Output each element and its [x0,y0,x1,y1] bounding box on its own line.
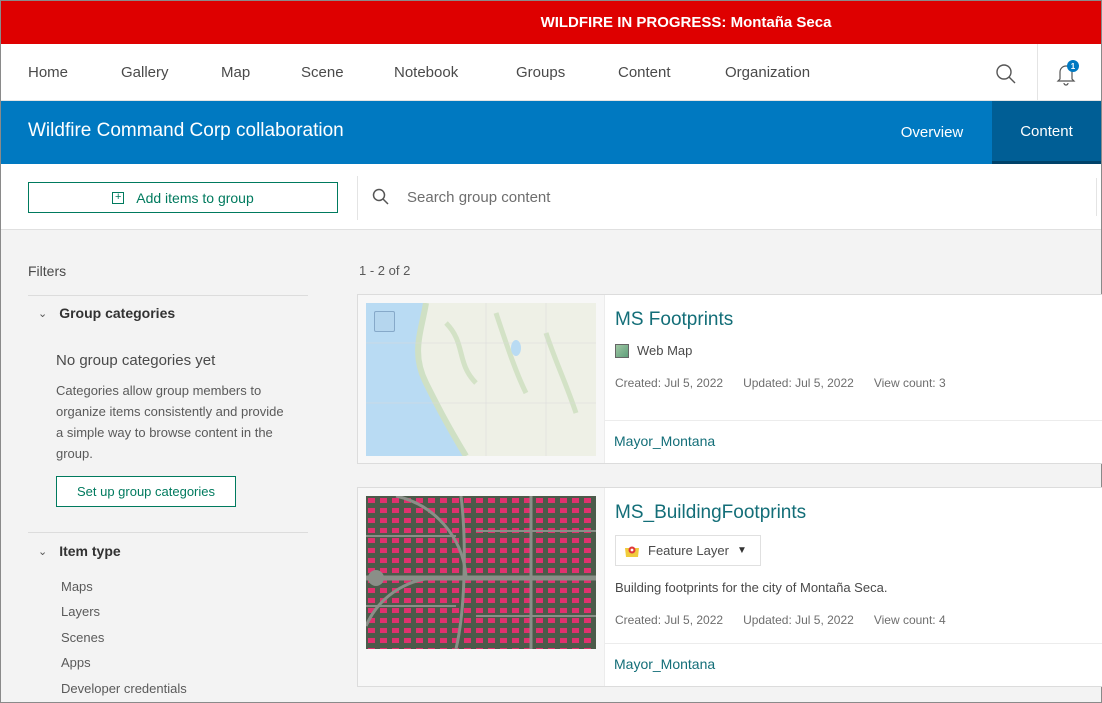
select-checkbox[interactable] [374,311,395,332]
item-type-label: Feature Layer [648,543,729,558]
tab-content[interactable]: Content [992,101,1101,164]
web-map-thumbnail[interactable] [366,303,596,456]
chevron-down-icon: ⌄ [38,545,48,558]
item-type: Web Map [615,343,692,358]
group-search [371,178,1097,216]
card-details: MS_BuildingFootprints Feature Layer ▼ Bu… [604,488,1102,686]
search-icon[interactable] [994,62,1018,86]
item-card: MS_BuildingFootprints Feature Layer ▼ Bu… [357,487,1102,687]
group-categories-label: Group categories [59,305,176,321]
card-details: MS Footprints Web Map Created: Jul 5, 20… [604,295,1102,463]
filter-layers[interactable]: Layers [61,604,100,619]
tab-content-label: Content [1020,122,1073,140]
feature-layer-thumbnail[interactable] [366,496,596,649]
item-meta: Created: Jul 5, 2022 Updated: Jul 5, 202… [615,613,946,627]
created-date: Created: Jul 5, 2022 [615,613,724,627]
item-type-label: Web Map [637,343,693,358]
nav-gallery[interactable]: Gallery [121,64,169,81]
search-icon [372,188,389,205]
add-items-label: Add items to group [136,189,254,206]
content-toolbar: + Add items to group [1,164,1101,230]
view-count: View count: 4 [873,613,946,627]
item-type-label: Item type [59,543,121,559]
item-owner[interactable]: Mayor_Montana [614,433,715,449]
caret-down-icon: ▼ [736,545,747,556]
tab-overview[interactable]: Overview [873,101,991,164]
view-count: View count: 3 [873,376,946,390]
filter-apps[interactable]: Apps [61,655,91,670]
item-type-toggle[interactable]: ⌄ Item type [38,543,121,559]
item-meta: Created: Jul 5, 2022 Updated: Jul 5, 202… [615,376,946,390]
owner-row: Mayor_Montana [605,420,1102,463]
nav-divider [1037,44,1038,101]
filter-developer-credentials[interactable]: Developer credentials [61,681,187,696]
item-owner[interactable]: Mayor_Montana [614,656,715,672]
setup-categories-label: Set up group categories [76,484,216,499]
setup-categories-button[interactable]: Set up group categories [56,476,236,507]
group-header: Wildfire Command Corp collaboration Over… [1,101,1101,164]
top-navigation: Home Gallery Map Scene Notebook Groups C… [1,44,1101,101]
filter-maps[interactable]: Maps [61,579,93,594]
nav-organization[interactable]: Organization [725,64,810,81]
nav-map[interactable]: Map [221,64,250,81]
item-title[interactable]: MS_BuildingFootprints [615,502,806,524]
results-count: 1 - 2 of 2 [359,263,411,278]
group-title: Wildfire Command Corp collaboration [28,120,344,141]
nav-home[interactable]: Home [28,64,68,81]
search-input[interactable] [407,188,1007,206]
group-categories-toggle[interactable]: ⌄ Group categories [38,305,175,321]
toolbar-divider [357,176,358,220]
nav-content[interactable]: Content [618,64,671,81]
chevron-down-icon: ⌄ [38,307,48,320]
add-items-button[interactable]: + Add items to group [28,182,338,213]
updated-date: Updated: Jul 5, 2022 [743,613,854,627]
item-title[interactable]: MS Footprints [615,309,733,331]
empty-categories-desc: Categories allow group members to organi… [56,383,284,461]
feature-layer-icon [625,546,639,557]
nav-notebook[interactable]: Notebook [394,64,458,81]
web-map-icon [615,343,629,358]
item-card: MS Footprints Web Map Created: Jul 5, 20… [357,294,1102,464]
tab-overview-label: Overview [900,124,964,141]
item-type-dropdown[interactable]: Feature Layer ▼ [615,535,761,566]
updated-date: Updated: Jul 5, 2022 [743,376,854,390]
owner-row: Mayor_Montana [605,643,1102,686]
banner-text: WILDFIRE IN PROGRESS: Montaña Seca [540,14,832,31]
empty-categories-title: No group categories yet [56,352,216,369]
notification-badge: 1 [1067,60,1079,72]
filters-title: Filters [28,263,67,279]
wildfire-alert-banner: WILDFIRE IN PROGRESS: Montaña Seca [1,1,1101,44]
plus-icon: + [112,191,125,204]
filter-scenes[interactable]: Scenes [61,630,104,645]
section-divider [28,295,308,296]
created-date: Created: Jul 5, 2022 [615,376,724,390]
item-description: Building footprints for the city of Mont… [615,580,888,595]
section-divider [28,532,308,533]
nav-scene[interactable]: Scene [301,64,344,81]
nav-groups[interactable]: Groups [516,64,565,81]
notifications-button[interactable]: 1 [1054,59,1082,87]
